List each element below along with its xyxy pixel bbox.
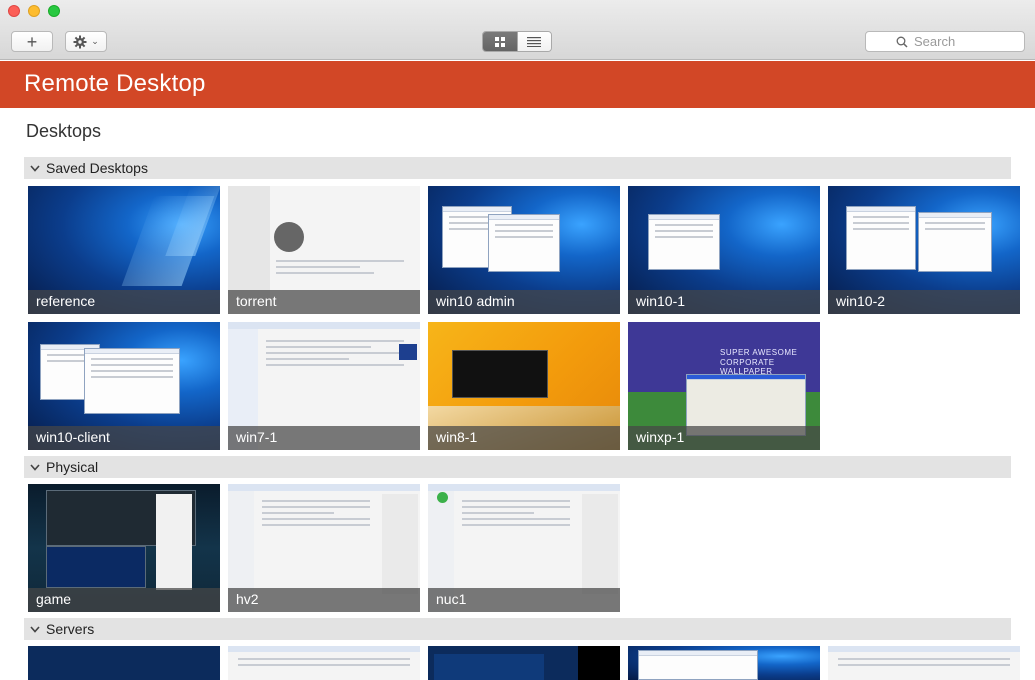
page-title: Desktops <box>26 121 102 141</box>
settings-menu-button[interactable]: ⌄ <box>65 31 107 52</box>
chevron-down-icon <box>30 625 40 633</box>
xp-wallpaper-line-1: SUPER AWESOME <box>720 348 798 357</box>
server-tile-3[interactable] <box>428 646 620 680</box>
tile-label: win10 admin <box>436 293 515 309</box>
group-label: Servers <box>46 621 95 637</box>
desktop-tile-win10-admin[interactable]: win10 admin <box>428 186 620 314</box>
zoom-window-button[interactable] <box>48 5 60 17</box>
tile-label: hv2 <box>236 591 259 607</box>
tile-label: win10-client <box>36 429 110 445</box>
add-button[interactable]: + <box>11 31 53 52</box>
desktop-tile-reference[interactable]: reference <box>28 186 220 314</box>
desktop-tile-hv2[interactable]: hv2 <box>228 484 420 612</box>
desktop-tile-game[interactable]: game <box>28 484 220 612</box>
chevron-down-icon <box>30 463 40 471</box>
grid-view-icon <box>494 36 505 47</box>
search-field[interactable] <box>865 31 1025 52</box>
desktop-tile-win10-1[interactable]: win10-1 <box>628 186 820 314</box>
search-input[interactable] <box>914 34 994 49</box>
view-mode-toggle <box>482 31 552 52</box>
search-icon <box>896 36 908 48</box>
connected-status-dot <box>437 492 448 503</box>
tile-label: win8-1 <box>436 429 478 445</box>
list-view-button[interactable] <box>516 32 551 51</box>
desktop-tile-torrent[interactable]: torrent <box>228 186 420 314</box>
server-tile-4[interactable] <box>628 646 820 680</box>
chevron-down-icon: ⌄ <box>91 36 99 46</box>
gear-icon <box>73 35 87 48</box>
desktop-tile-win7-1[interactable]: win7-1 <box>228 322 420 450</box>
group-header-physical[interactable]: Physical <box>24 456 1011 478</box>
grid-view-button[interactable] <box>483 32 517 51</box>
tile-label: reference <box>36 293 96 309</box>
group-label: Saved Desktops <box>46 160 148 176</box>
app-title: Remote Desktop <box>24 70 206 97</box>
chevron-down-icon <box>30 164 40 172</box>
tile-label: nuc1 <box>436 591 467 607</box>
desktop-tile-win10-client[interactable]: win10-client <box>28 322 220 450</box>
tile-label: torrent <box>236 293 277 309</box>
list-view-icon <box>527 36 542 47</box>
minimize-window-button[interactable] <box>28 5 40 17</box>
group-header-saved-desktops[interactable]: Saved Desktops <box>24 157 1011 179</box>
tile-label: win10-2 <box>836 293 886 309</box>
close-window-button[interactable] <box>8 5 20 17</box>
tile-label: game <box>36 591 72 607</box>
desktop-tile-win10-2[interactable]: win10-2 <box>828 186 1020 314</box>
group-label: Physical <box>46 459 99 475</box>
window-titlebar: + ⌄ <box>0 0 1035 60</box>
server-tile-5[interactable] <box>828 646 1020 680</box>
server-tile-2[interactable] <box>228 646 420 680</box>
server-tile-1[interactable] <box>28 646 220 680</box>
group-header-servers[interactable]: Servers <box>24 618 1011 640</box>
tile-label: win10-1 <box>636 293 686 309</box>
desktop-tile-winxp-1[interactable]: SUPER AWESOME CORPORATE WALLPAPER winxp-… <box>628 322 820 450</box>
tile-label: winxp-1 <box>636 429 685 445</box>
desktop-tile-win8-1[interactable]: win8-1 <box>428 322 620 450</box>
plus-icon: + <box>26 31 38 52</box>
tile-label: win7-1 <box>236 429 278 445</box>
app-header: Remote Desktop <box>0 61 1035 108</box>
desktop-tile-nuc1[interactable]: nuc1 <box>428 484 620 612</box>
